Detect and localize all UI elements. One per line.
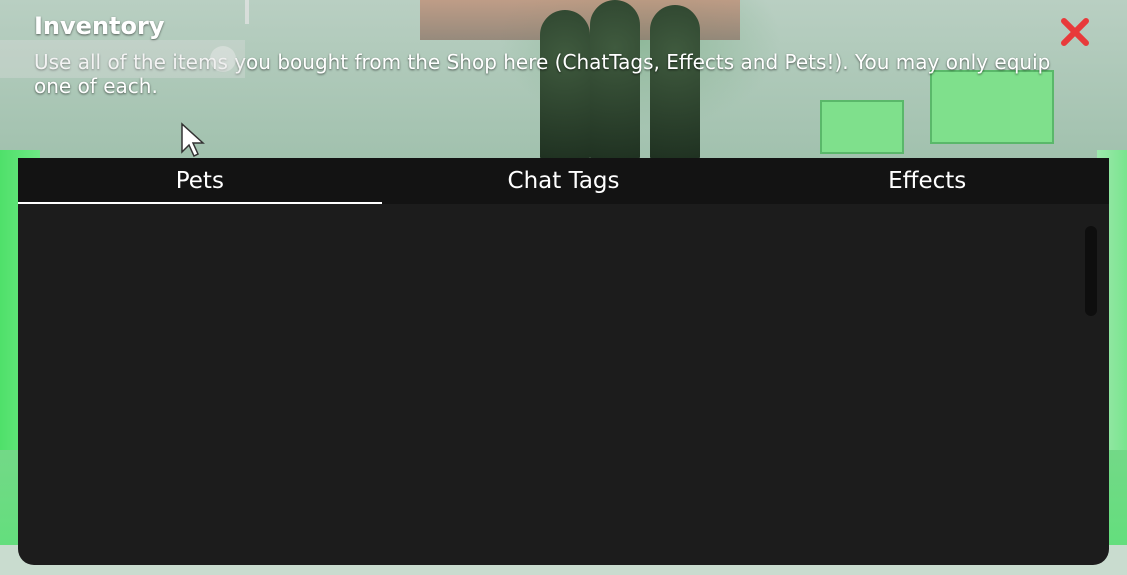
tab-chat-tags[interactable]: Chat Tags [382, 158, 746, 204]
inventory-tabs: Pets Chat Tags Effects [18, 158, 1109, 204]
tab-pets-label: Pets [175, 168, 224, 194]
tab-effects-label: Effects [888, 168, 967, 194]
inventory-title: Inventory [34, 12, 165, 40]
tab-chat-tags-label: Chat Tags [507, 168, 620, 194]
mouse-cursor-icon [180, 122, 206, 158]
chat-icon[interactable] [210, 46, 236, 72]
roblox-topbar [0, 40, 245, 78]
inventory-items-panel [18, 204, 1109, 565]
tab-pets[interactable]: Pets [18, 158, 382, 204]
close-icon[interactable] [1057, 14, 1093, 50]
tab-effects[interactable]: Effects [745, 158, 1109, 204]
topbar-divider [245, 0, 249, 24]
scrollbar[interactable] [1085, 226, 1097, 316]
inventory-window: Inventory Use all of the items you bough… [18, 4, 1109, 565]
